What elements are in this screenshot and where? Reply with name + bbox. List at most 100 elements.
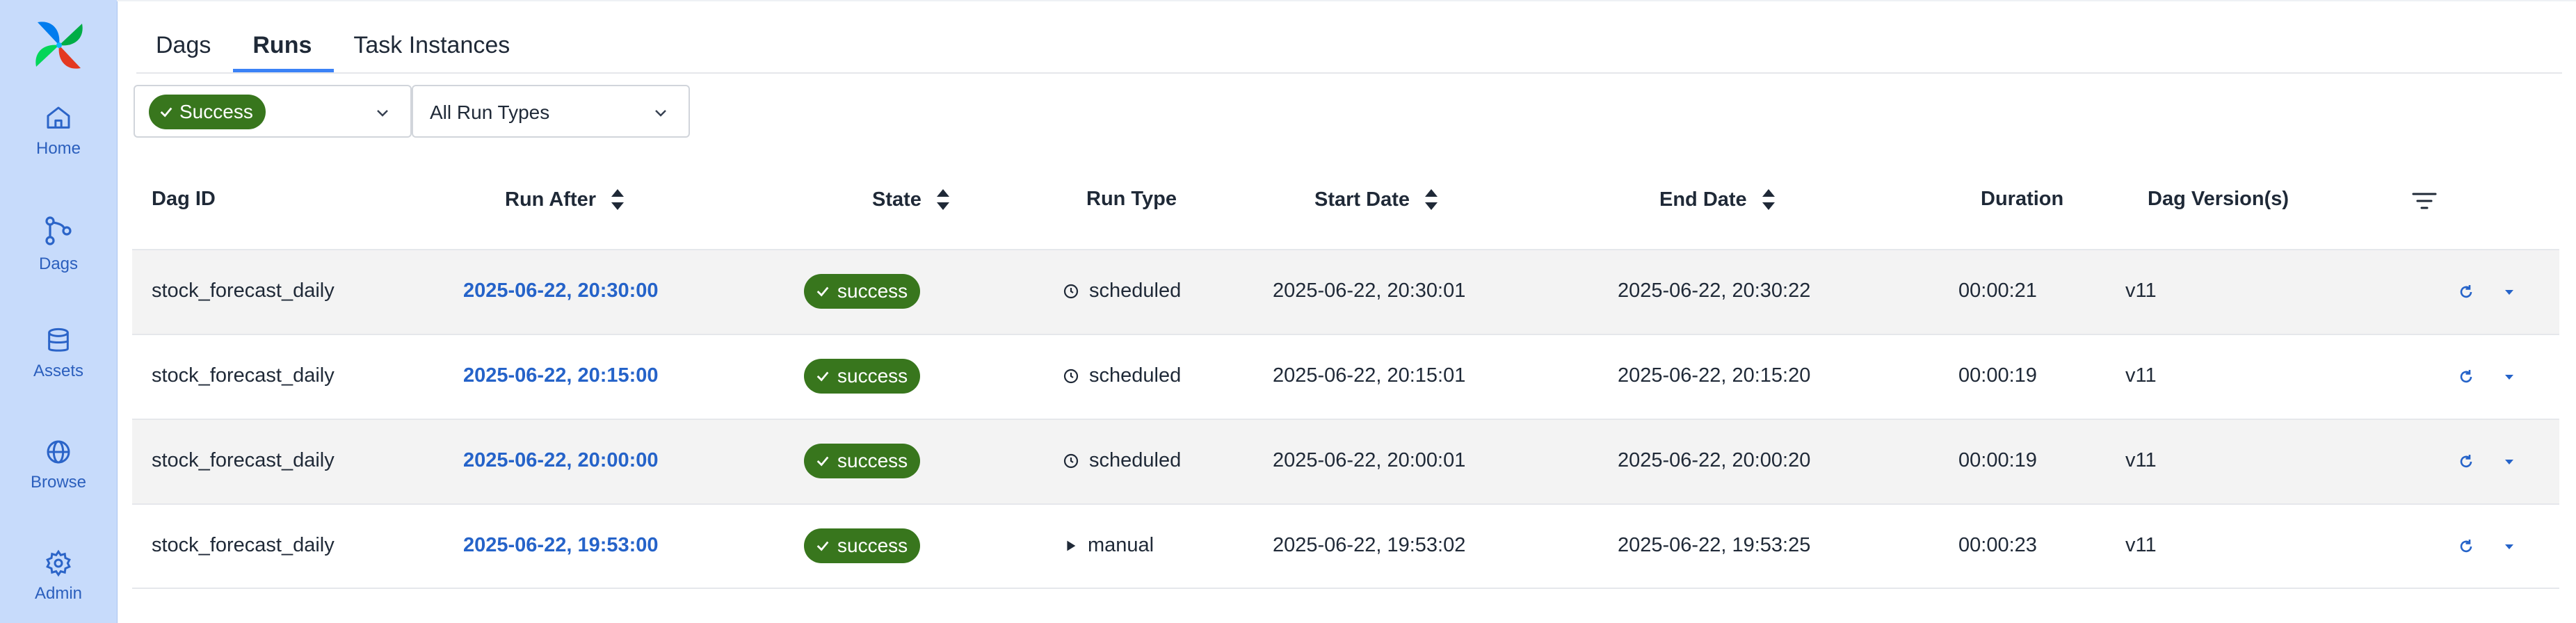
run-type-label: scheduled [1089, 449, 1182, 471]
rerun-icon[interactable] [2458, 284, 2474, 300]
clock-icon [1063, 369, 1079, 383]
column-header-run-type: Run Type [1086, 188, 1177, 210]
sidebar-item-label: Home [35, 139, 81, 158]
state-label: success [837, 535, 908, 556]
run-after-link[interactable]: 2025-06-22, 20:15:00 [463, 364, 659, 387]
tab-bar: Dags Runs Task Instances [136, 21, 532, 72]
dag-icon [45, 216, 72, 245]
sidebar-item-dags[interactable]: Dags [0, 214, 117, 274]
filter-columns-icon[interactable] [2412, 191, 2437, 211]
sidebar-item-admin[interactable]: Admin [0, 549, 117, 604]
start-date-cell: 2025-06-22, 20:00:01 [1273, 449, 1466, 471]
rerun-icon[interactable] [2458, 453, 2474, 470]
run-type-cell: scheduled [1063, 364, 1181, 387]
sidebar-item-home[interactable]: Home [0, 104, 117, 159]
run-type-label: manual [1088, 534, 1154, 556]
home-icon [47, 106, 70, 129]
duration-cell: 00:00:19 [1958, 364, 2037, 387]
rerun-icon[interactable] [2458, 369, 2474, 385]
top-divider [117, 0, 2576, 1]
state-badge: success [804, 359, 921, 394]
chevron-down-icon [655, 110, 666, 117]
check-icon [160, 107, 172, 118]
run-type-cell: manual [1063, 534, 1154, 557]
row-menu-chevron-icon[interactable] [2502, 371, 2516, 382]
run-type-cell: scheduled [1063, 280, 1181, 302]
end-date-cell: 2025-06-22, 19:53:25 [1618, 534, 1811, 556]
check-icon [816, 541, 829, 551]
dag-id-cell[interactable]: stock_forecast_daily [152, 534, 335, 557]
row-menu-chevron-icon[interactable] [2502, 286, 2516, 298]
sidebar-item-assets[interactable]: Assets [0, 327, 117, 381]
duration-cell: 00:00:21 [1958, 280, 2037, 302]
column-header-duration: Duration [1981, 188, 2064, 210]
sort-icon [1425, 189, 1438, 210]
tab-dags[interactable]: Dags [136, 21, 233, 72]
play-icon [1067, 540, 1076, 551]
column-header-state[interactable]: State [872, 188, 951, 211]
column-header-dag-id[interactable]: Dag ID [152, 188, 216, 211]
column-header-start-date[interactable]: Start Date [1314, 188, 1439, 211]
duration-cell: 00:00:23 [1958, 534, 2037, 556]
sort-icon [936, 189, 949, 210]
state-badge: success [804, 444, 921, 478]
state-badge: success [804, 274, 921, 309]
state-filter-select[interactable]: Success [134, 85, 412, 138]
sidebar-item-label: Dags [38, 254, 79, 273]
run-type-cell: scheduled [1063, 449, 1181, 472]
column-header-dag-versions: Dag Version(s) [2148, 188, 2289, 210]
duration-cell: 00:00:19 [1958, 449, 2037, 471]
start-date-cell: 2025-06-22, 20:30:01 [1273, 280, 1466, 302]
globe-icon [47, 440, 70, 464]
dag-version-cell: v11 [2125, 449, 2157, 471]
start-date-cell: 2025-06-22, 19:53:02 [1273, 534, 1466, 556]
table-row[interactable]: stock_forecast_daily 2025-06-22, 20:30:00… [132, 249, 2559, 334]
column-header-run-after[interactable]: Run After [505, 188, 625, 211]
airflow-logo-icon[interactable] [31, 17, 88, 74]
end-date-cell: 2025-06-22, 20:30:22 [1618, 280, 1811, 302]
row-menu-chevron-icon[interactable] [2502, 456, 2516, 467]
state-filter-badge: Success [149, 95, 266, 129]
dag-id-cell[interactable]: stock_forecast_daily [152, 449, 335, 472]
table-row[interactable]: stock_forecast_daily 2025-06-22, 20:00:00… [132, 419, 2559, 504]
sidebar-item-label: Admin [34, 584, 83, 603]
start-date-cell: 2025-06-22, 20:15:01 [1273, 364, 1466, 387]
dag-version-cell: v11 [2125, 534, 2157, 556]
table-row[interactable]: stock_forecast_daily 2025-06-22, 19:53:00… [132, 503, 2559, 589]
state-filter-value: Success [179, 101, 253, 122]
run-after-link[interactable]: 2025-06-22, 19:53:00 [463, 534, 659, 557]
run-after-link[interactable]: 2025-06-22, 20:00:00 [463, 449, 659, 472]
column-header-end-date[interactable]: End Date [1659, 188, 1776, 211]
sidebar-item-label: Assets [33, 362, 84, 380]
sort-icon [611, 189, 625, 210]
database-icon [48, 327, 69, 352]
state-label: success [837, 365, 908, 387]
run-type-filter-value: All Run Types [430, 102, 550, 123]
end-date-cell: 2025-06-22, 20:00:20 [1618, 449, 1811, 471]
sidebar: Home Dags Assets Browse Admin [0, 0, 118, 623]
end-date-cell: 2025-06-22, 20:15:20 [1618, 364, 1811, 387]
dag-id-cell[interactable]: stock_forecast_daily [152, 364, 335, 387]
dag-id-cell[interactable]: stock_forecast_daily [152, 280, 335, 302]
table-row[interactable]: stock_forecast_daily 2025-06-22, 20:15:00… [132, 334, 2559, 419]
state-label: success [837, 450, 908, 471]
tab-task-instances[interactable]: Task Instances [334, 21, 532, 72]
sidebar-item-browse[interactable]: Browse [0, 438, 117, 492]
gear-icon [46, 549, 71, 577]
rerun-icon[interactable] [2458, 538, 2474, 555]
run-after-link[interactable]: 2025-06-22, 20:30:00 [463, 280, 659, 302]
sort-icon [1762, 189, 1775, 210]
table-bottom-border [132, 588, 2559, 589]
run-type-filter-select[interactable]: All Run Types [412, 85, 690, 138]
main-content: Dags Runs Task Instances Success All Run… [117, 0, 2576, 623]
run-type-label: scheduled [1089, 364, 1182, 387]
row-menu-chevron-icon[interactable] [2502, 541, 2516, 552]
clock-icon [1063, 453, 1079, 468]
chevron-down-icon [377, 110, 388, 117]
tab-runs[interactable]: Runs [233, 21, 335, 72]
check-icon [816, 286, 829, 297]
tab-divider [136, 72, 2562, 74]
clock-icon [1063, 284, 1079, 298]
dag-version-cell: v11 [2125, 364, 2157, 387]
state-badge: success [804, 528, 921, 563]
